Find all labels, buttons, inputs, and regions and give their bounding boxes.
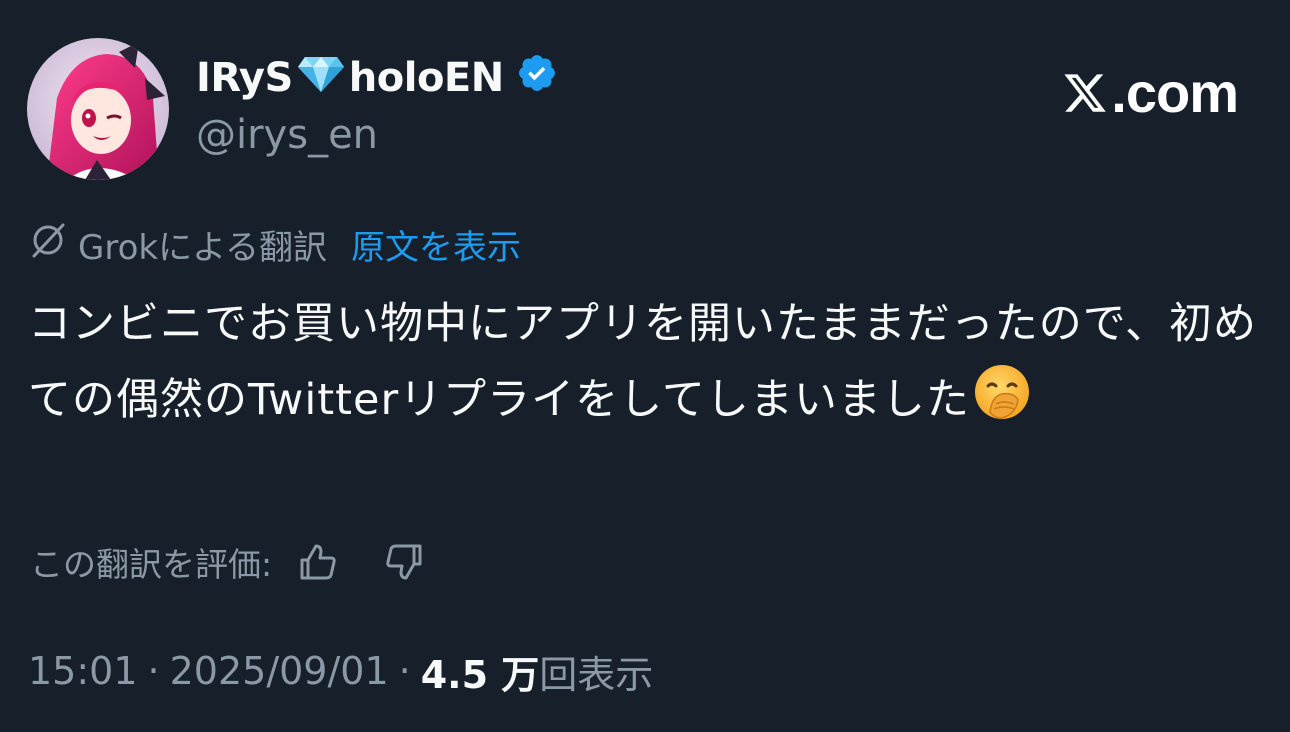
tweet-text: コンビニでお買い物中にアプリを開いたままだったので、初めての偶然のTwitter…: [28, 286, 1268, 446]
meta-separator: ·: [398, 649, 411, 693]
gem-stone-emoji: [297, 53, 345, 103]
views-count: 4.5 万: [420, 652, 540, 697]
tweet-date[interactable]: 2025/09/01: [170, 649, 389, 693]
x-logo-icon: [1064, 73, 1107, 112]
tweet-text-content: コンビニでお買い物中にアプリを開いたままだったので、初めての偶然のTwitter…: [28, 299, 1257, 425]
thumbs-down-button[interactable]: [382, 540, 426, 584]
avatar[interactable]: [27, 38, 169, 180]
display-name[interactable]: IRyS holoEN: [196, 52, 558, 104]
translation-bar: Grokによる翻訳 原文を表示: [28, 220, 521, 269]
translation-rating: この翻訳を評価:: [30, 538, 426, 586]
thumbs-up-icon: [300, 544, 336, 580]
brand-domain: .com: [1111, 61, 1239, 124]
rating-label: この翻訳を評価:: [30, 545, 273, 584]
translation-label: Grokによる翻訳: [78, 227, 328, 268]
display-name-part2: holoEN: [348, 55, 504, 101]
face-with-hand-over-mouth-emoji: [972, 362, 1032, 446]
grok-icon: [28, 220, 68, 269]
show-original-link[interactable]: 原文を表示: [351, 220, 521, 269]
avatar-image: [27, 38, 169, 180]
user-handle[interactable]: @irys_en: [196, 112, 378, 158]
thumbs-up-button[interactable]: [296, 540, 340, 584]
views-label: 回表示: [539, 652, 654, 697]
tweet-meta: 15:01 · 2025/09/01 · 4.5 万 回表示: [28, 644, 653, 698]
thumbs-down-icon: [386, 544, 422, 580]
verified-badge-icon: [516, 52, 558, 104]
x-brand: .com: [1061, 60, 1239, 125]
display-name-part1: IRyS: [196, 55, 293, 101]
tweet-time[interactable]: 15:01: [28, 649, 138, 693]
meta-separator: ·: [147, 649, 160, 693]
